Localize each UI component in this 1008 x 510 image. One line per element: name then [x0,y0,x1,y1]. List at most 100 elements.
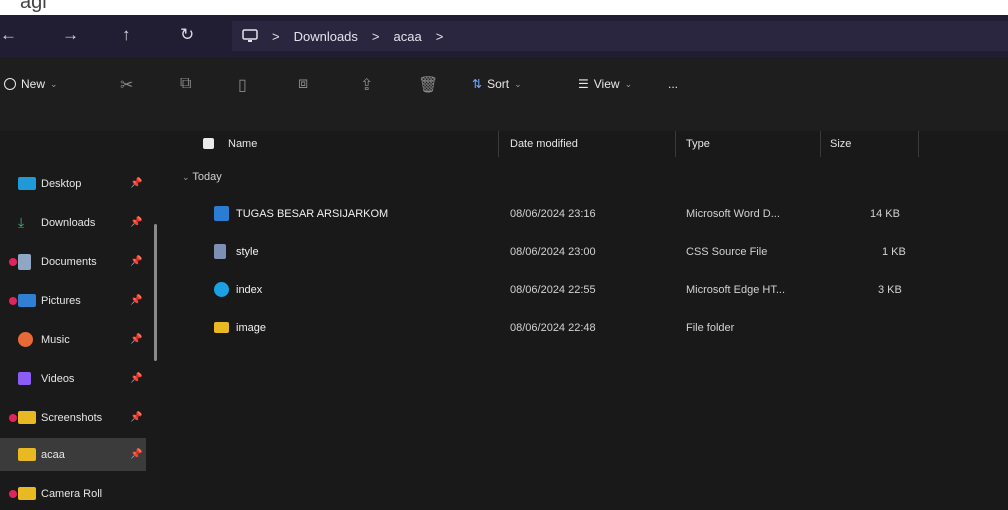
folder-icon [18,411,36,424]
document-icon [18,253,31,270]
sort-label: Sort [487,77,510,91]
pin-icon: 📌 [130,256,143,267]
table-row[interactable]: TUGAS BESAR ARSIJARKOM 08/06/2024 23:16 … [170,197,1008,233]
column-header-date[interactable]: Date modified [510,131,578,157]
new-button[interactable]: New ⌄ [4,77,58,91]
sidebar-item-label: Videos [41,372,75,385]
pin-icon: 📌 [130,295,143,306]
css-file-icon [214,244,226,259]
back-button[interactable]: ← [0,15,17,57]
file-date: 08/06/2024 22:48 [510,322,596,334]
chevron-down-icon: ⌄ [182,172,190,182]
share-icon[interactable]: ⇪ [360,75,373,95]
sidebar-item-downloads[interactable]: ⤓ Downloads 📌 [0,206,146,239]
pin-icon: 📌 [130,334,143,345]
file-list: Name Date modified Type Size ⌄ Today TUG… [170,131,1008,501]
group-label: Today [192,171,222,183]
table-row[interactable]: image 08/06/2024 22:48 File folder [170,311,1008,347]
partial-caption-strip: agi [0,0,1008,15]
word-icon [214,206,229,221]
plus-circle-icon [4,78,16,90]
download-icon: ⤓ [18,214,25,230]
breadcrumb-downloads[interactable]: Downloads [294,29,358,44]
file-size: 14 KB [870,208,900,220]
file-date: 08/06/2024 22:55 [510,284,596,296]
select-all-checkbox[interactable] [203,138,214,149]
view-button[interactable]: ☰ View ⌄ [578,77,632,91]
breadcrumb-separator: > [371,28,380,44]
sidebar-scrollbar[interactable] [154,224,157,361]
up-button[interactable]: ↑ [122,15,131,57]
breadcrumb-separator: > [272,28,280,44]
edge-icon [214,282,229,297]
forward-button[interactable]: → [62,15,79,57]
sidebar-item-label: acaa [41,448,65,461]
sort-button[interactable]: ⇅ Sort ⌄ [472,77,522,91]
sidebar-item-label: Screenshots [41,411,103,424]
file-type: Microsoft Word D... [686,208,780,220]
table-row[interactable]: index 08/06/2024 22:55 Microsoft Edge HT… [170,273,1008,309]
column-divider[interactable] [498,131,499,157]
column-divider[interactable] [918,131,919,157]
sync-status-badge [9,413,17,422]
sidebar-item-label: Desktop [41,177,82,190]
sidebar-item-music[interactable]: Music 📌 [0,323,146,356]
view-label: View [593,77,620,91]
navigation-pane: Desktop 📌 ⤓ Downloads 📌 Documents 📌 Pict… [0,131,160,501]
chevron-down-icon: ⌄ [514,78,522,89]
cut-icon[interactable]: ✂ [120,75,133,95]
sidebar-item-acaa[interactable]: acaa 📌 [0,438,146,471]
monitor-icon [242,29,258,42]
sidebar-item-label: Music [41,333,70,346]
file-type: File folder [686,322,735,334]
file-name: image [236,322,266,334]
breadcrumb-separator: > [435,28,444,44]
sync-status-badge [9,257,17,266]
refresh-button[interactable]: ↻ [180,15,194,57]
sidebar-item-label: Downloads [41,216,96,229]
column-divider[interactable] [675,131,676,157]
sync-status-badge [9,489,17,498]
column-header-name[interactable]: Name [228,131,257,157]
desktop-icon [18,177,36,190]
file-type: CSS Source File [686,246,768,258]
table-row[interactable]: style 08/06/2024 23:00 CSS Source File 1… [170,235,1008,271]
folder-icon [18,487,36,500]
copy-icon[interactable]: ⧉ [180,75,191,93]
file-size: 1 KB [882,246,906,258]
file-size: 3 KB [878,284,902,296]
chevron-down-icon: ⌄ [624,78,633,89]
pin-icon: 📌 [130,412,143,423]
delete-icon[interactable]: 🗑 [418,75,438,95]
video-icon [18,372,31,385]
more-options-button[interactable]: ... [668,77,678,91]
rename-icon[interactable]: ⧈ [298,75,308,93]
view-icon: ☰ [578,77,589,91]
sync-status-badge [9,296,17,305]
group-header-today[interactable]: ⌄ Today [182,171,222,183]
column-header-size[interactable]: Size [830,131,851,157]
sort-icon: ⇅ [472,77,483,91]
sidebar-item-documents[interactable]: Documents 📌 [0,245,146,278]
sidebar-item-label: Camera Roll [41,487,103,500]
pin-icon: 📌 [130,178,143,189]
column-header-type[interactable]: Type [686,131,710,157]
paste-icon[interactable]: ▯ [238,75,247,95]
command-bar: New ⌄ ✂ ⧉ ▯ ⧈ ⇪ 🗑 ⇅ Sort ⌄ ☰ View ⌄ ... [0,57,1008,131]
column-divider[interactable] [820,131,821,157]
file-name: index [236,284,263,296]
address-bar-row: ← → ↑ ↻ > Downloads > acaa > [0,15,1008,57]
sidebar-item-camera-roll[interactable]: Camera Roll [0,477,146,510]
music-icon [18,332,33,347]
file-date: 08/06/2024 23:00 [510,246,596,258]
sidebar-item-videos[interactable]: Videos 📌 [0,362,146,395]
sidebar-item-pictures[interactable]: Pictures 📌 [0,284,146,317]
file-date: 08/06/2024 23:16 [510,208,596,220]
folder-icon [18,448,36,461]
sidebar-item-screenshots[interactable]: Screenshots 📌 [0,401,146,434]
sidebar-item-desktop[interactable]: Desktop 📌 [0,167,146,200]
breadcrumb-acaa[interactable]: acaa [394,29,422,44]
file-type: Microsoft Edge HT... [686,284,786,296]
more-label: ... [668,77,679,91]
breadcrumb[interactable]: > Downloads > acaa > [232,21,1008,51]
